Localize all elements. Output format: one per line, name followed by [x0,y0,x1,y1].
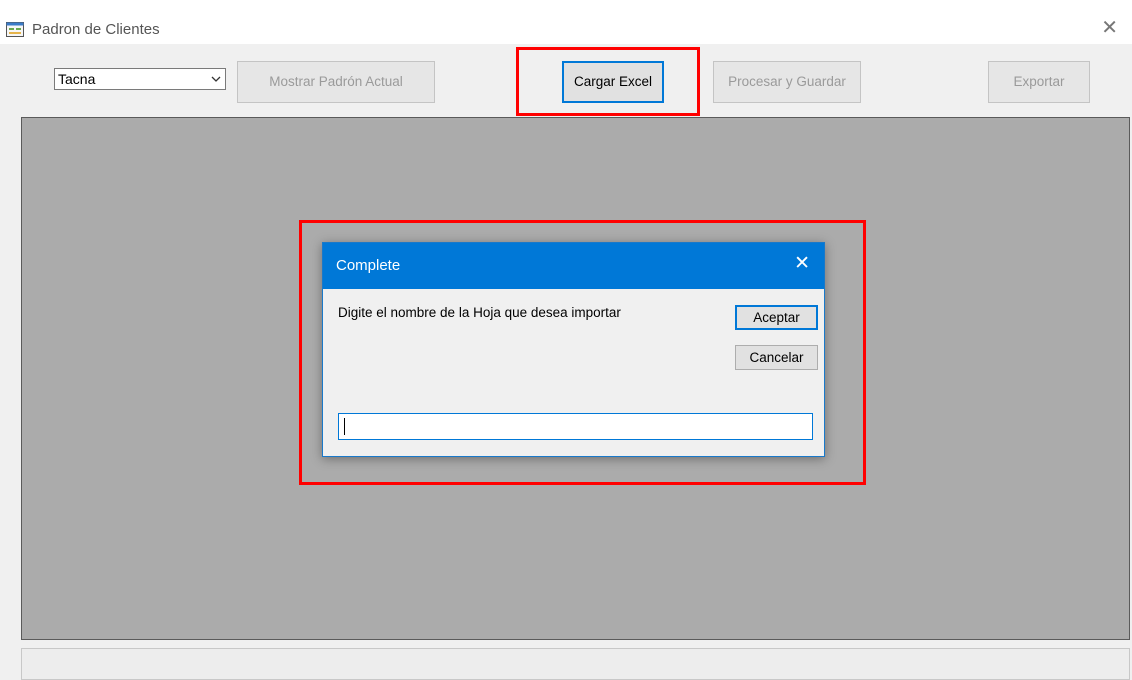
dialog-title: Complete [336,257,401,274]
status-bar [21,648,1130,680]
exportar-button[interactable]: Exportar [988,61,1090,103]
sheet-name-input[interactable] [338,413,813,440]
dialog-close-icon[interactable]: ✕ [794,254,810,274]
procesar-guardar-button[interactable]: Procesar y Guardar [713,61,861,103]
window-close-icon[interactable]: ✕ [1101,18,1118,38]
region-select[interactable]: Tacna [54,68,226,90]
input-dialog: Complete ✕ Digite el nombre de la Hoja q… [322,242,825,457]
aceptar-button[interactable]: Aceptar [735,305,818,330]
app-form-icon [6,22,24,37]
region-select-value: Tacna [58,71,96,87]
mostrar-padron-button[interactable]: Mostrar Padrón Actual [237,61,435,103]
window-title: Padron de Clientes [32,21,160,38]
dialog-titlebar: Complete ✕ [323,243,824,289]
window-titlebar: Padron de Clientes ✕ [0,0,1132,44]
highlight-cargar-excel [516,47,700,116]
text-caret [344,418,345,435]
cancelar-button[interactable]: Cancelar [735,345,818,370]
dialog-prompt: Digite el nombre de la Hoja que desea im… [338,305,621,320]
chevron-down-icon [211,76,221,82]
